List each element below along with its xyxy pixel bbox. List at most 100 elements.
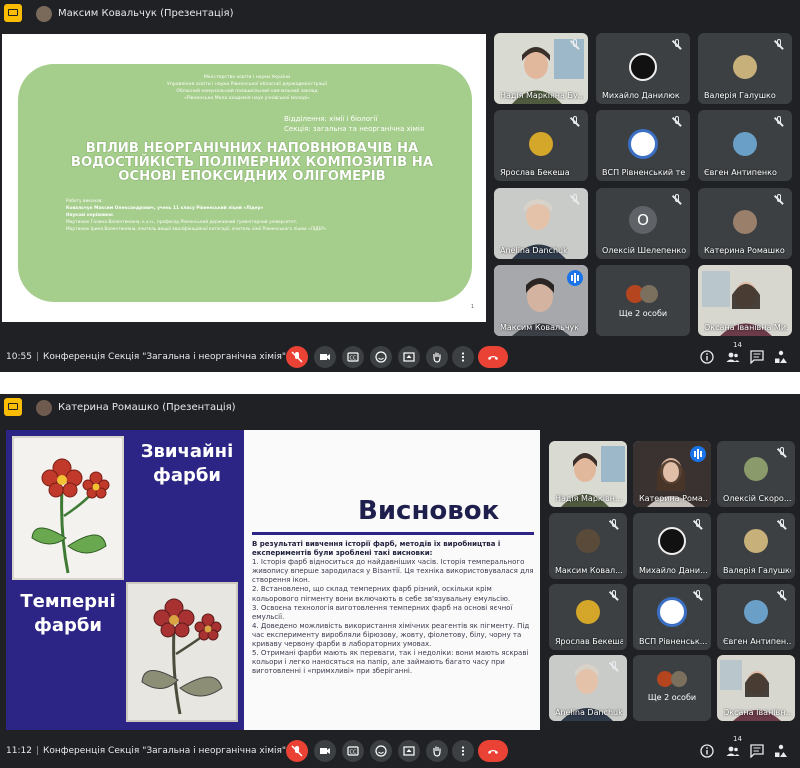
participant-tile[interactable]: Ще 2 особи — [633, 655, 711, 721]
presentation-icon[interactable] — [4, 398, 22, 416]
ministry-line: Управління освіти і науки Рівненської об… — [167, 82, 327, 87]
conclusion-point: 5. Отримані фарби мають як переваги, так… — [252, 649, 529, 676]
separator: | — [35, 352, 39, 362]
avatar — [576, 600, 600, 624]
participant-tile[interactable]: Ще 2 особи — [596, 265, 690, 336]
meeting-controls-bar: 11:12 | Конференція Секція "Загальна і нео… — [0, 735, 800, 766]
avatar — [640, 285, 658, 303]
meet-window-1: Максим Ковальчук (Презентація) Міністерс… — [0, 0, 800, 372]
camera-toggle-button[interactable] — [314, 740, 336, 762]
more-options-button[interactable] — [452, 346, 474, 368]
participant-tile[interactable]: Надія Марківн... — [549, 441, 627, 507]
more-options-button[interactable] — [452, 740, 474, 762]
participant-tile[interactable]: Олексій Скоро... — [717, 441, 795, 507]
captions-button[interactable]: CC — [342, 740, 364, 762]
mic-off-icon — [670, 193, 684, 207]
more-vert-icon — [461, 746, 465, 756]
participant-name: Олексій Скоро... — [723, 494, 791, 503]
meeting-name: Конференція Секція "Загальна і неорганіч… — [42, 746, 287, 756]
participant-tile[interactable]: Валерія Галушко — [698, 33, 792, 104]
tempera-label-line: Темперні — [20, 591, 116, 612]
participant-tile[interactable]: Катерина Ромашко — [698, 188, 792, 259]
captions-icon: CC — [347, 352, 359, 362]
authors-line: Роботу виконав: — [66, 199, 103, 204]
participant-tile[interactable]: Катерина Рома... — [633, 441, 711, 507]
leave-call-button[interactable] — [478, 740, 508, 762]
participant-tile[interactable]: Максим Ковал... — [549, 513, 627, 579]
participant-tile[interactable]: Максим Ковальчук — [494, 265, 588, 336]
mic-off-icon — [607, 518, 621, 532]
conclusion-point: 3. Освоєна технологія виготовлення темпе… — [252, 603, 513, 621]
camera-icon — [320, 748, 330, 754]
participant-tile[interactable]: ВСП Рівненський те... — [596, 110, 690, 181]
raise-hand-button[interactable] — [426, 346, 448, 368]
participant-name: Максим Ковал... — [555, 566, 623, 575]
people-icon[interactable] — [726, 744, 740, 758]
people-icon[interactable] — [726, 350, 740, 364]
presentation-icon[interactable] — [4, 4, 22, 22]
shared-slide: Звичайні фарби Темперні фарби Висновок В… — [6, 430, 540, 730]
participant-tile[interactable]: Anelina Danchuk — [549, 655, 627, 721]
participant-tile[interactable]: ВСП Рівненськ... — [633, 584, 711, 650]
painting-tempera — [126, 582, 238, 722]
conclusion-text: В результаті вивчення історії фарб, мето… — [252, 540, 534, 676]
participant-tile[interactable]: Оксана Іванівн... — [717, 655, 795, 721]
participant-tile[interactable]: Anelina Danchuk — [494, 188, 588, 259]
info-icon[interactable] — [700, 744, 714, 758]
mic-off-icon — [607, 660, 621, 674]
info-icon[interactable] — [700, 350, 714, 364]
mic-off-icon — [568, 193, 582, 207]
reactions-button[interactable] — [370, 740, 392, 762]
department-line: Секція: загальна та неорганічна хімія — [284, 125, 425, 133]
meeting-info: 10:55 | Конференція Секція "Загальна і нео… — [6, 352, 286, 362]
emoji-icon — [375, 745, 387, 757]
participant-tile[interactable]: Михайло Данилюк — [596, 33, 690, 104]
mic-off-icon — [291, 351, 303, 363]
ministry-line: Міністерство освіти і науки України — [203, 75, 291, 80]
participant-tile[interactable]: Ярослав Бекеша — [549, 584, 627, 650]
participant-tile[interactable]: Євген Антипенко — [698, 110, 792, 181]
authors-line: Ковальчук Максим Олександрович, учень 11… — [66, 206, 264, 211]
clock: 11:12 — [6, 746, 32, 756]
camera-icon — [320, 354, 330, 360]
reactions-button[interactable] — [370, 346, 392, 368]
authors-line: Мартинюк Галина Валентинівна, к.х.н., пр… — [66, 220, 298, 225]
participant-count-badge: 14 — [733, 341, 742, 349]
chat-icon[interactable] — [750, 744, 764, 758]
participant-tile[interactable]: Євген Антипен... — [717, 584, 795, 650]
slide-page-number: 1 — [470, 304, 474, 310]
chat-icon[interactable] — [750, 350, 764, 364]
participant-tile[interactable]: О Олексій Шелепенко — [596, 188, 690, 259]
camera-toggle-button[interactable] — [314, 346, 336, 368]
ministry-line: Обласний комунальний позашкільний навчал… — [176, 89, 318, 94]
captions-button[interactable]: CC — [342, 346, 364, 368]
avatar-stack — [626, 285, 660, 303]
participant-tile[interactable]: Ярослав Бекеша — [494, 110, 588, 181]
present-icon — [403, 746, 415, 756]
participant-name: Олексій Шелепенко — [602, 246, 686, 255]
avatar — [733, 55, 757, 79]
raise-hand-button[interactable] — [426, 740, 448, 762]
participant-name: Максим Ковальчук — [500, 323, 580, 332]
presenter-avatar — [36, 400, 52, 416]
svg-text:CC: CC — [350, 750, 357, 756]
participant-name: Оксана Іванівн... — [723, 708, 791, 717]
captions-icon: CC — [347, 746, 359, 756]
leave-call-button[interactable] — [478, 346, 508, 368]
present-button[interactable] — [398, 740, 420, 762]
participant-tile[interactable]: Надія Маркіяна Бу... — [494, 33, 588, 104]
meeting-info: 11:12 | Конференція Секція "Загальна і нео… — [6, 746, 286, 756]
mic-toggle-button[interactable] — [286, 740, 308, 762]
activities-icon[interactable] — [774, 744, 788, 758]
participant-tile[interactable]: Оксана Іванівна Ми... — [698, 265, 792, 336]
avatar — [658, 527, 686, 555]
mic-toggle-button[interactable] — [286, 346, 308, 368]
present-button[interactable] — [398, 346, 420, 368]
activities-icon[interactable] — [774, 350, 788, 364]
participant-tile[interactable]: Михайло Дани... — [633, 513, 711, 579]
speaking-indicator-icon — [567, 270, 583, 286]
avatar — [733, 210, 757, 234]
participant-name: Надія Маркіяна Бу... — [500, 91, 584, 100]
presentation-bar: Максим Ковальчук (Презентація) — [0, 0, 800, 28]
participant-tile[interactable]: Валерія Галушко — [717, 513, 795, 579]
